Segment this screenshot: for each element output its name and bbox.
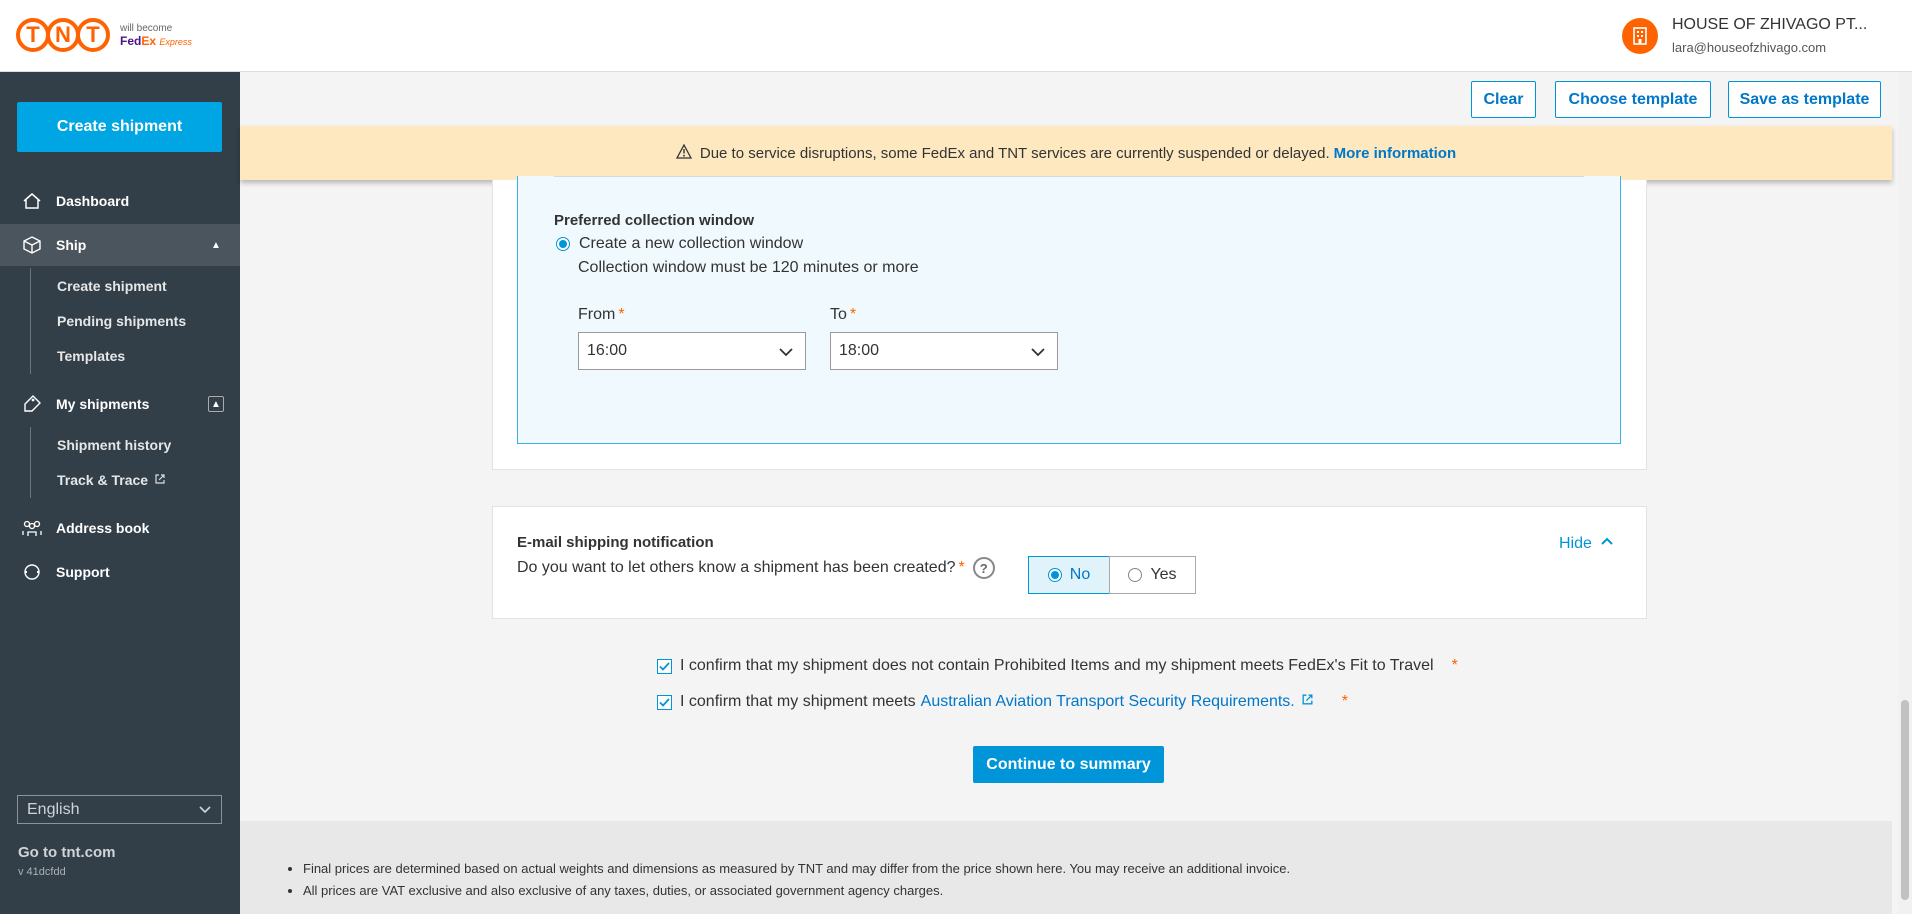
radio-selected — [1047, 568, 1062, 582]
external-link-icon — [1301, 693, 1314, 711]
people-icon — [20, 516, 44, 540]
submenu-line — [30, 268, 31, 374]
external-link-icon — [154, 472, 166, 488]
tnt-fedex-logo[interactable]: T N T will become FedEx Express — [16, 18, 192, 52]
choose-template-button[interactable]: Choose template — [1555, 81, 1711, 118]
language-select[interactable]: English — [17, 795, 222, 824]
to-time-value: 18:00 — [839, 342, 880, 359]
prohibited-items-confirmation: I confirm that my shipment does not cont… — [680, 657, 1458, 674]
new-collection-window-option[interactable]: Create a new collection window — [556, 235, 803, 253]
box-icon — [20, 233, 44, 257]
user-email: lara@houseofzhivago.com — [1672, 40, 1827, 55]
scrollbar-thumb[interactable] — [1901, 700, 1909, 900]
sidebar-label: Support — [56, 564, 110, 580]
yes-label: Yes — [1150, 566, 1177, 583]
from-time-select[interactable]: 16:00 — [578, 332, 806, 370]
hide-toggle[interactable]: Hide — [1559, 534, 1614, 553]
to-label: To * — [830, 306, 857, 323]
sidebar-item-ship[interactable]: Ship ▲ — [0, 224, 240, 266]
action-bar: Clear Choose template Save as template — [240, 72, 1890, 126]
radio-selected[interactable] — [556, 237, 570, 251]
tag-icon — [20, 392, 44, 416]
price-notes-footer: Final prices are determined based on act… — [240, 821, 1892, 914]
logo-letter: N — [46, 18, 80, 52]
track-trace-label: Track & Trace — [57, 472, 149, 488]
support-icon — [20, 560, 44, 584]
aviation-security-checkbox[interactable] — [657, 695, 672, 710]
radio-unselected — [1128, 568, 1143, 582]
prohibited-items-checkbox[interactable] — [657, 659, 672, 674]
clear-button[interactable]: Clear — [1471, 81, 1536, 118]
submenu-line — [30, 427, 31, 498]
user-company-name: HOUSE OF ZHIVAGO PT... — [1672, 16, 1868, 33]
collection-window-panel: Preferred collection window Create a new… — [517, 176, 1621, 444]
confirm-line2-text: I confirm that my shipment meets — [680, 693, 916, 710]
goto-tnt-link[interactable]: Go to tnt.com — [18, 844, 116, 861]
sidebar-label: Dashboard — [56, 193, 130, 209]
sidebar-item-my-shipments[interactable]: My shipments ▲ — [0, 383, 240, 425]
email-notification-title: E-mail shipping notification — [517, 534, 714, 551]
user-account[interactable]: HOUSE OF ZHIVAGO PT... lara@houseofzhiva… — [1622, 16, 1867, 55]
sidebar-item-support[interactable]: Support — [0, 551, 240, 593]
footer-note: All prices are VAT exclusive and also ex… — [303, 883, 1290, 898]
panel-divider — [554, 176, 1584, 177]
logo-letter: T — [16, 18, 50, 52]
no-label: No — [1069, 566, 1091, 583]
warning-icon — [675, 143, 692, 163]
logo-letter: T — [76, 18, 110, 52]
continue-to-summary-button[interactable]: Continue to summary — [973, 746, 1164, 783]
version-label: v 41dcfdd — [18, 866, 66, 878]
sidebar-subitem-create-shipment[interactable]: Create shipment — [57, 278, 167, 294]
email-option-yes[interactable]: Yes — [1109, 556, 1196, 594]
from-time-value: 16:00 — [587, 342, 628, 359]
collection-window-title: Preferred collection window — [554, 212, 755, 229]
sidebar-label: Ship — [56, 237, 87, 253]
collection-window-note: Collection window must be 120 minutes or… — [578, 259, 919, 276]
fedex-brand: FedEx Express — [120, 33, 192, 48]
sidebar-subitem-pending-shipments[interactable]: Pending shipments — [57, 313, 186, 329]
aviation-security-confirmation: I confirm that my shipment meets Austral… — [680, 693, 1348, 711]
top-bar: T N T will become FedEx Express HOUSE OF… — [0, 0, 1912, 72]
chevron-up-icon — [1600, 534, 1614, 553]
sidebar-subitem-templates[interactable]: Templates — [57, 348, 125, 364]
save-as-template-button[interactable]: Save as template — [1728, 81, 1881, 118]
sidebar: Create shipment Dashboard Ship ▲ Create … — [0, 72, 240, 914]
chevron-up-icon[interactable]: ▲ — [208, 237, 224, 253]
banner-message: Due to service disruptions, some FedEx a… — [699, 144, 1330, 162]
checkmark-icon — [659, 698, 670, 707]
more-information-link[interactable]: More information — [1334, 145, 1457, 162]
home-icon — [20, 189, 44, 213]
sidebar-item-address-book[interactable]: Address book — [0, 507, 240, 549]
chevron-down-icon — [197, 801, 213, 822]
from-label: From * — [578, 306, 625, 323]
chevron-down-icon — [777, 343, 795, 366]
create-shipment-button[interactable]: Create shipment — [17, 102, 222, 152]
page-scrollbar[interactable] — [1898, 72, 1912, 914]
checkmark-icon — [659, 662, 670, 671]
email-option-no[interactable]: No — [1028, 556, 1110, 594]
email-question-text: Do you want to let others know a shipmen… — [517, 559, 956, 576]
sidebar-subitem-shipment-history[interactable]: Shipment history — [57, 437, 171, 453]
language-value: English — [27, 800, 80, 818]
hide-label: Hide — [1559, 534, 1592, 552]
tnt-logo-mark: T N T — [16, 18, 110, 52]
option-label: Create a new collection window — [579, 235, 804, 252]
building-icon — [1622, 18, 1658, 54]
chevron-down-icon — [1029, 343, 1047, 366]
chevron-up-icon[interactable]: ▲ — [208, 396, 224, 412]
sidebar-item-dashboard[interactable]: Dashboard — [0, 180, 240, 222]
confirm-line1-text: I confirm that my shipment does not cont… — [680, 657, 1434, 674]
footer-note: Final prices are determined based on act… — [303, 861, 1290, 876]
sidebar-label: My shipments — [56, 396, 150, 412]
my-shipments-submenu: Shipment history Track & Trace — [0, 427, 240, 498]
email-question: Do you want to let others know a shipmen… — [517, 557, 995, 579]
logo-tagline: will become FedEx Express — [120, 23, 192, 48]
sidebar-subitem-track-trace[interactable]: Track & Trace — [57, 472, 166, 488]
help-icon[interactable]: ? — [972, 557, 995, 579]
sidebar-label: Address book — [56, 520, 150, 536]
aviation-security-link[interactable]: Australian Aviation Transport Security R… — [921, 693, 1295, 711]
to-time-select[interactable]: 18:00 — [830, 332, 1058, 370]
ship-submenu: Create shipment Pending shipments Templa… — [0, 268, 240, 374]
service-disruption-banner: Due to service disruptions, some FedEx a… — [240, 126, 1892, 180]
